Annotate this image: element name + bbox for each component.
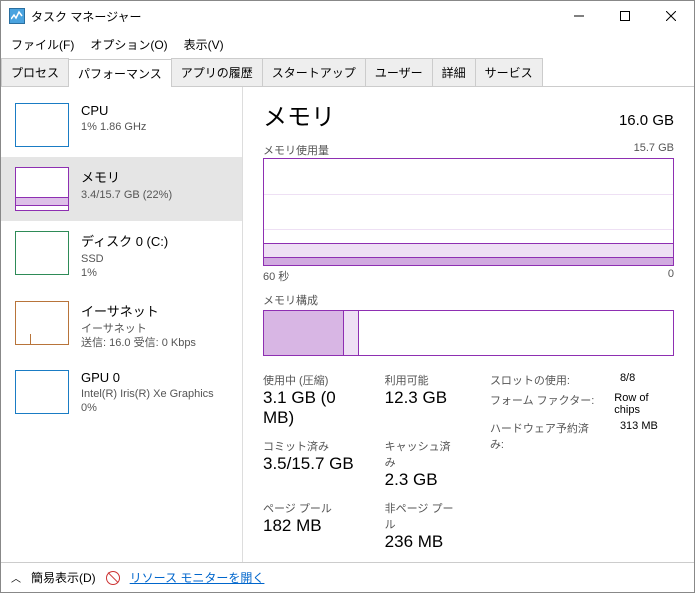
- inuse-value: 3.1 GB (0 MB): [263, 388, 367, 428]
- menu-view[interactable]: 表示(V): [178, 33, 230, 56]
- memory-composition-graph: [263, 310, 674, 356]
- sidebar-sub: 1% 1.86 GHz: [81, 120, 146, 134]
- memory-capacity: 16.0 GB: [619, 112, 674, 129]
- menu-options[interactable]: オプション(O): [84, 33, 173, 56]
- ethernet-thumb-icon: [15, 301, 69, 345]
- avail-value: 12.3 GB: [385, 388, 460, 408]
- hw-label: ハードウェア予約済み:: [490, 420, 600, 452]
- commit-label: コミット済み: [263, 438, 367, 454]
- sidebar-sub: SSD 1%: [81, 252, 168, 281]
- window-title: タスク マネージャー: [31, 8, 556, 25]
- cached-value: 2.3 GB: [385, 470, 460, 490]
- paged-label: ページ プール: [263, 500, 367, 516]
- fewer-details-button[interactable]: 簡易表示(D): [31, 569, 96, 586]
- axis-left: 60 秒: [263, 268, 289, 284]
- minimize-button[interactable]: [556, 1, 602, 31]
- tab-details[interactable]: 詳細: [432, 58, 476, 86]
- tab-users[interactable]: ユーザー: [365, 58, 433, 86]
- nonpaged-value: 236 MB: [385, 532, 460, 552]
- app-icon: [9, 8, 25, 24]
- axis-right: 0: [668, 268, 674, 284]
- tabbar: プロセス パフォーマンス アプリの履歴 スタートアップ ユーザー 詳細 サービス: [1, 58, 694, 87]
- sidebar-item-gpu[interactable]: GPU 0 Intel(R) Iris(R) Xe Graphics 0%: [1, 360, 242, 426]
- usage-label: メモリ使用量: [263, 142, 329, 158]
- avail-label: 利用可能: [385, 372, 460, 388]
- cached-label: キャッシュ済み: [385, 438, 460, 470]
- sidebar-item-memory[interactable]: メモリ 3.4/15.7 GB (22%): [1, 157, 242, 221]
- sidebar-label: ディスク 0 (C:): [81, 231, 168, 250]
- sidebar-label: メモリ: [81, 167, 172, 186]
- disk-thumb-icon: [15, 231, 69, 275]
- hw-value: 313 MB: [620, 420, 658, 452]
- gpu-thumb-icon: [15, 370, 69, 414]
- tab-startup[interactable]: スタートアップ: [262, 58, 366, 86]
- detail-title: メモリ: [263, 97, 335, 132]
- form-label: フォーム ファクター:: [490, 392, 594, 416]
- chevron-up-icon[interactable]: ︿: [11, 570, 21, 585]
- inuse-label: 使用中 (圧縮): [263, 372, 367, 388]
- tab-processes[interactable]: プロセス: [1, 58, 69, 86]
- sidebar-sub: イーサネット 送信: 16.0 受信: 0 Kbps: [81, 322, 196, 351]
- sidebar-label: CPU: [81, 103, 146, 118]
- resmon-icon: [106, 571, 120, 585]
- slots-label: スロットの使用:: [490, 372, 600, 388]
- tab-services[interactable]: サービス: [475, 58, 543, 86]
- paged-value: 182 MB: [263, 516, 367, 536]
- sidebar-item-disk[interactable]: ディスク 0 (C:) SSD 1%: [1, 221, 242, 291]
- sidebar-label: イーサネット: [81, 301, 196, 320]
- menubar: ファイル(F) オプション(O) 表示(V): [1, 31, 694, 58]
- menu-file[interactable]: ファイル(F): [5, 33, 80, 56]
- sidebar-label: GPU 0: [81, 370, 214, 385]
- sidebar: CPU 1% 1.86 GHz メモリ 3.4/15.7 GB (22%) ディスク…: [1, 87, 243, 562]
- tab-app-history[interactable]: アプリの履歴: [171, 58, 263, 86]
- resource-monitor-link[interactable]: リソース モニターを開く: [130, 569, 265, 586]
- detail-panel: メモリ 16.0 GB メモリ使用量 15.7 GB 60 秒 0 メモリ構成 使用…: [243, 87, 694, 562]
- sidebar-item-cpu[interactable]: CPU 1% 1.86 GHz: [1, 93, 242, 157]
- sidebar-sub: 3.4/15.7 GB (22%): [81, 188, 172, 202]
- memory-thumb-icon: [15, 167, 69, 211]
- slots-value: 8/8: [620, 372, 635, 388]
- tab-performance[interactable]: パフォーマンス: [68, 59, 172, 87]
- titlebar: タスク マネージャー: [1, 1, 694, 31]
- commit-value: 3.5/15.7 GB: [263, 454, 367, 474]
- close-button[interactable]: [648, 1, 694, 31]
- usage-max: 15.7 GB: [634, 142, 674, 158]
- form-value: Row of chips: [614, 392, 674, 416]
- maximize-button[interactable]: [602, 1, 648, 31]
- sidebar-sub: Intel(R) Iris(R) Xe Graphics 0%: [81, 387, 214, 416]
- cpu-thumb-icon: [15, 103, 69, 147]
- composition-label: メモリ構成: [263, 292, 674, 308]
- sidebar-item-ethernet[interactable]: イーサネットイーサネット 送信: 16.0 受信: 0 Kbps: [1, 291, 242, 361]
- memory-usage-graph: [263, 158, 674, 266]
- nonpaged-label: 非ページ プール: [385, 500, 460, 532]
- footer: ︿ 簡易表示(D) リソース モニターを開く: [1, 562, 694, 592]
